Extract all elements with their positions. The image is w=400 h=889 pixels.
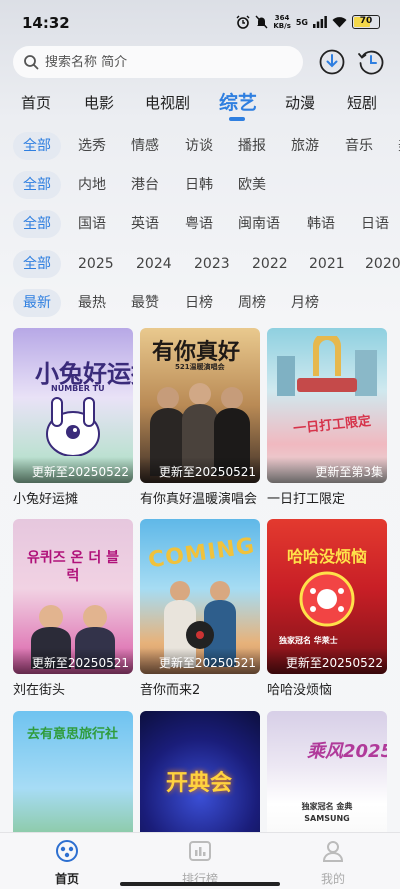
filter-chip[interactable]: 月榜 xyxy=(291,289,319,317)
filter-chip[interactable]: 韩语 xyxy=(307,210,335,238)
nav-label: 我的 xyxy=(320,872,345,886)
status-icons: 364 KB/s 5G 70 xyxy=(236,14,380,30)
filter-chip[interactable]: 全部 xyxy=(13,210,61,238)
tab-tv-series[interactable]: 电视剧 xyxy=(145,92,190,113)
filter-row-sort: 最新 最热 最赞 日榜 周榜 月榜 xyxy=(0,289,400,319)
filter-chip[interactable]: 全部 xyxy=(13,250,61,278)
active-tab-indicator xyxy=(229,117,245,121)
filter-row-region: 全部 内地 港台 日韩 欧美 xyxy=(0,171,400,201)
show-card[interactable]: COMING 更新至20250521 音你而来2 xyxy=(140,519,260,698)
history-icon[interactable] xyxy=(357,48,385,76)
bottom-nav: 首页 排行榜 我的 xyxy=(0,832,400,889)
alarm-icon xyxy=(236,15,250,29)
ranking-icon xyxy=(189,841,211,861)
filter-chip[interactable]: 旅游 xyxy=(291,132,319,160)
home-icon xyxy=(56,840,78,862)
poster-image: 哈哈没烦恼 独家冠名 华莱士 更新至20250522 xyxy=(267,519,387,674)
filter-row-language: 全部 国语 英语 粤语 闽南语 韩语 日语 xyxy=(0,210,400,240)
nav-profile[interactable]: 我的 xyxy=(303,839,363,887)
filter-chip[interactable]: 2021 xyxy=(309,250,345,278)
poster-image: 유퀴즈 온 더 블럭 更新至20250521 xyxy=(13,519,133,674)
signal-icon xyxy=(313,16,327,28)
status-bar: 14:32 364 KB/s 5G 70 xyxy=(0,0,400,44)
poster-image: 小兔好运摊 NUMBER TU 更新至20250522 xyxy=(13,328,133,483)
filter-chip[interactable]: 情感 xyxy=(131,132,159,160)
filter-chip[interactable]: 内地 xyxy=(78,171,106,199)
show-card[interactable]: 小兔好运摊 NUMBER TU 更新至20250522 小兔好运摊 xyxy=(13,328,133,507)
filter-chip[interactable]: 国语 xyxy=(78,210,106,238)
poster-image: 一日打工限定 更新至第3集 xyxy=(267,328,387,483)
tab-variety[interactable]: 综艺 xyxy=(219,88,257,115)
show-title: 一日打工限定 xyxy=(267,492,346,507)
rabbit-mascot-image xyxy=(46,397,100,456)
wifi-icon xyxy=(332,17,347,28)
filter-row-type: 全部 选秀 情感 访谈 播报 旅游 音乐 美 xyxy=(0,132,400,162)
show-title: 哈哈没烦恼 xyxy=(267,683,333,698)
network-type: 5G xyxy=(295,17,308,27)
filter-row-year: 全部 2025 2024 2023 2022 2021 2020 xyxy=(0,250,400,280)
show-title: 有你真好温暖演唱会 xyxy=(140,492,258,507)
phone-dial-image xyxy=(299,571,355,627)
filter-chip[interactable]: 2020 xyxy=(365,250,400,278)
poster-image: 有你真好 521温暖演唱会 更新至20250521 xyxy=(140,328,260,483)
category-tabs: 首页 电影 电视剧 综艺 动漫 短剧 xyxy=(0,88,400,122)
home-indicator xyxy=(120,882,280,886)
download-icon[interactable] xyxy=(318,48,346,76)
show-card[interactable]: 有你真好 521温暖演唱会 更新至20250521 有你真好温暖演唱会 xyxy=(140,328,260,507)
show-card[interactable]: 유퀴즈 온 더 블럭 更新至20250521 刘在街头 xyxy=(13,519,133,698)
filter-chip[interactable]: 最热 xyxy=(78,289,106,317)
filter-chip[interactable]: 2025 xyxy=(78,250,114,278)
show-title: 刘在街头 xyxy=(13,683,66,698)
update-badge: 更新至20250522 xyxy=(267,648,387,674)
net-speed: 364 KB/s xyxy=(273,14,291,30)
update-badge: 更新至20250521 xyxy=(13,648,133,674)
filter-chip[interactable]: 日韩 xyxy=(185,171,213,199)
nav-home[interactable]: 首页 xyxy=(37,839,97,887)
search-bar[interactable] xyxy=(13,46,303,78)
show-card[interactable]: 一日打工限定 更新至第3集 一日打工限定 xyxy=(267,328,387,507)
show-title: 音你而来2 xyxy=(140,683,201,698)
show-card[interactable]: 哈哈没烦恼 独家冠名 华莱士 更新至20250522 哈哈没烦恼 xyxy=(267,519,387,698)
filter-chip[interactable]: 2023 xyxy=(194,250,230,278)
tab-home[interactable]: 首页 xyxy=(21,92,51,113)
filter-chip[interactable]: 全部 xyxy=(13,132,61,160)
update-badge: 更新至20250521 xyxy=(140,648,260,674)
filter-chip[interactable]: 闽南语 xyxy=(238,210,280,238)
search-icon xyxy=(24,55,39,70)
tab-short-drama[interactable]: 短剧 xyxy=(347,92,377,113)
tab-movie[interactable]: 电影 xyxy=(84,92,114,113)
status-time: 14:32 xyxy=(22,14,70,32)
filter-chip[interactable]: 2022 xyxy=(252,250,288,278)
filter-chip[interactable]: 周榜 xyxy=(238,289,266,317)
update-badge: 更新至第3集 xyxy=(267,457,387,483)
filter-chip[interactable]: 选秀 xyxy=(78,132,106,160)
filter-chip[interactable]: 港台 xyxy=(131,171,159,199)
profile-icon xyxy=(322,841,344,862)
filter-chip[interactable]: 日榜 xyxy=(185,289,213,317)
filter-chip[interactable]: 英语 xyxy=(131,210,159,238)
filter-chip[interactable]: 音乐 xyxy=(345,132,373,160)
filter-chip[interactable]: 全部 xyxy=(13,171,61,199)
city-illustration xyxy=(277,336,377,396)
tab-anime[interactable]: 动漫 xyxy=(285,92,315,113)
filter-chip[interactable]: 播报 xyxy=(238,132,266,160)
filter-chip[interactable]: 2024 xyxy=(136,250,172,278)
battery-indicator: 70 xyxy=(352,15,380,29)
show-title: 小兔好运摊 xyxy=(13,492,79,507)
filter-chip[interactable]: 日语 xyxy=(361,210,389,238)
poster-image: COMING 更新至20250521 xyxy=(140,519,260,674)
filter-chip[interactable]: 访谈 xyxy=(185,132,213,160)
search-input[interactable] xyxy=(45,54,285,70)
nav-ranking[interactable]: 排行榜 xyxy=(170,839,230,887)
filter-chip[interactable]: 最新 xyxy=(13,289,61,317)
nav-label: 首页 xyxy=(54,872,79,886)
mute-bell-icon xyxy=(255,15,268,29)
update-badge: 更新至20250521 xyxy=(140,457,260,483)
filter-chip[interactable]: 欧美 xyxy=(238,171,266,199)
filter-chip[interactable]: 最赞 xyxy=(131,289,159,317)
update-badge: 更新至20250522 xyxy=(13,457,133,483)
filter-chip[interactable]: 粤语 xyxy=(185,210,213,238)
